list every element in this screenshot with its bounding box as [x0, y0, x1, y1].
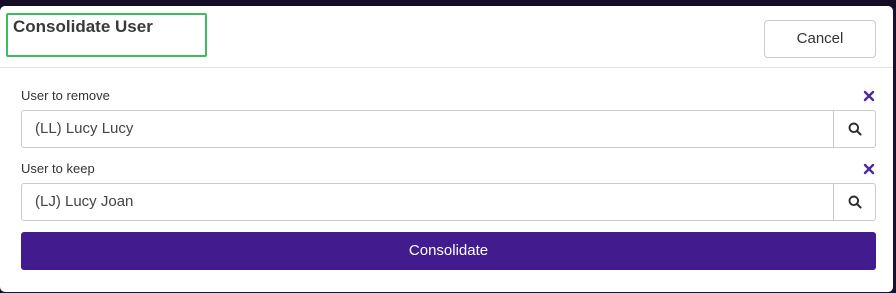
search-icon — [848, 122, 862, 136]
user-to-remove-search-button[interactable] — [833, 111, 875, 147]
cancel-button[interactable]: Cancel — [764, 20, 876, 58]
user-to-keep-label: User to keep — [21, 161, 95, 176]
user-to-remove-label: User to remove — [21, 88, 110, 103]
dialog-header: Consolidate User Cancel — [0, 6, 893, 68]
user-to-remove-field[interactable]: (LL) Lucy Lucy — [21, 110, 876, 148]
user-to-keep-field[interactable]: (LJ) Lucy Joan — [21, 183, 876, 221]
user-to-remove-value[interactable]: (LL) Lucy Lucy — [35, 111, 133, 147]
close-icon[interactable] — [862, 89, 876, 103]
user-to-keep-search-button[interactable] — [833, 184, 875, 220]
dialog-title: Consolidate User — [13, 17, 153, 36]
close-icon[interactable] — [862, 162, 876, 176]
search-icon — [848, 195, 862, 209]
user-to-keep-value[interactable]: (LJ) Lucy Joan — [35, 184, 133, 220]
consolidate-button[interactable]: Consolidate — [21, 232, 876, 270]
consolidate-user-dialog: Consolidate User Cancel User to remove (… — [0, 6, 893, 292]
